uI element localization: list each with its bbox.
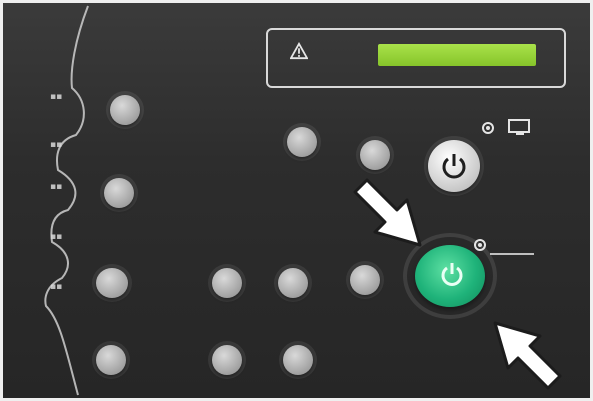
panel-button-3[interactable] [96,268,128,298]
left-panel-label-2: ▪▪ [50,140,63,150]
white-arrow-icon-bottom [493,321,562,390]
control-panel-photo: ▪▪ ▪▪ ▪▪ ▪▪ ▪▪ [0,0,593,401]
white-arrow-icon-top [353,178,422,247]
gear-icon-underline [490,253,534,255]
pc-icon [508,119,530,135]
left-panel-label-5: ▪▪ [50,282,63,292]
panel-button-11[interactable] [283,345,313,375]
panel-button-2[interactable] [104,178,134,208]
panel-button-5[interactable] [287,127,317,157]
left-panel-label-3: ▪▪ [50,182,63,192]
left-panel-label-4: ▪▪ [50,232,63,242]
panel-button-1[interactable] [110,95,140,125]
panel-button-7[interactable] [212,268,242,298]
panel-button-8[interactable] [278,268,308,298]
warning-triangle-icon [290,42,308,60]
left-panel-label-1: ▪▪ [50,92,63,102]
settings-gear-icon [482,122,494,134]
panel-button-10[interactable] [212,345,242,375]
gear-icon [474,239,486,251]
panel-button-4[interactable] [96,345,126,375]
panel-button-6[interactable] [360,140,390,170]
lcd-display [378,44,536,66]
